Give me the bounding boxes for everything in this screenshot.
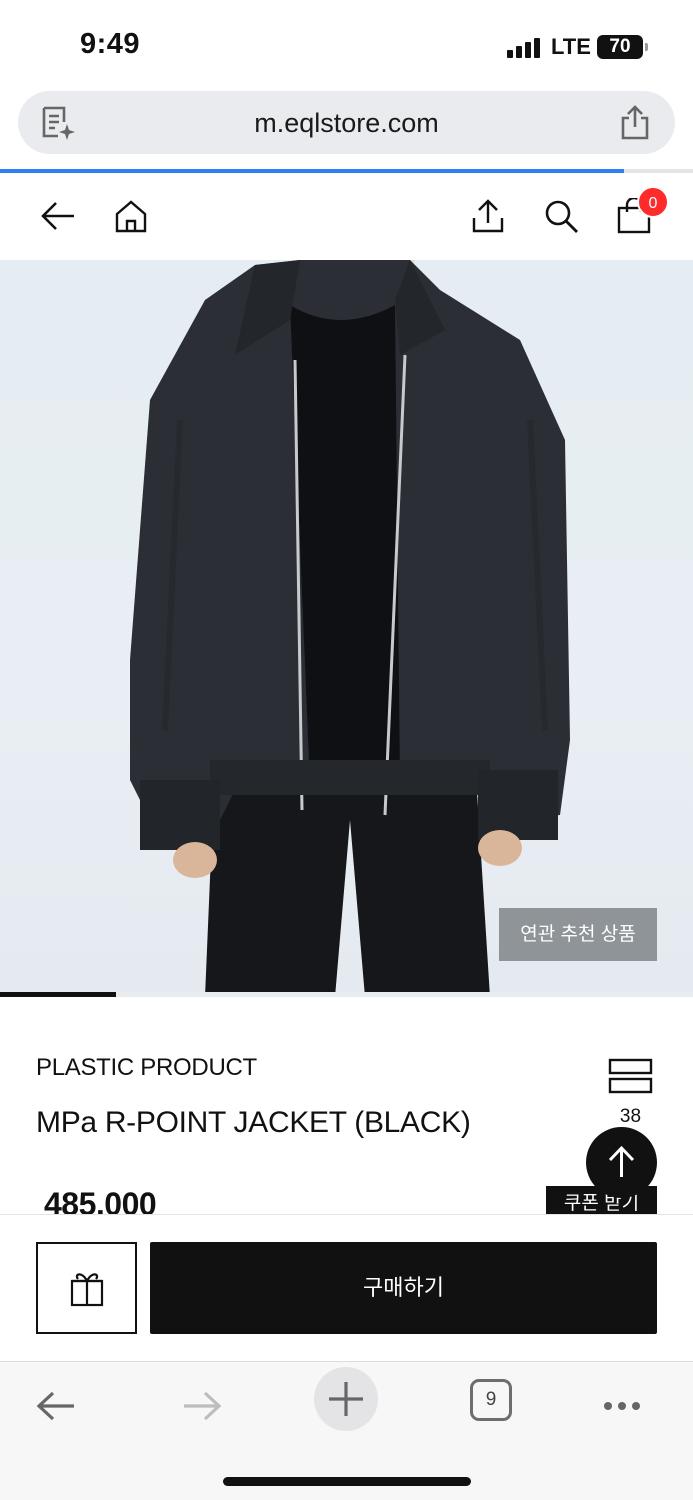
arrow-up-icon xyxy=(608,1145,635,1177)
page-load-progress-fill xyxy=(0,169,624,173)
cellular-signal-icon xyxy=(507,38,540,58)
share-icon[interactable] xyxy=(470,198,506,234)
plus-icon xyxy=(329,1382,363,1416)
browser-back-icon[interactable] xyxy=(34,1384,78,1428)
status-bar: 9:49 LTE 70 xyxy=(0,0,693,88)
product-brand[interactable]: PLASTIC PRODUCT xyxy=(36,1054,257,1082)
battery-icon: 70 xyxy=(597,35,648,59)
wishlist-icon[interactable] xyxy=(608,1058,653,1094)
wishlist-count: 38 xyxy=(619,1106,642,1127)
carrier-label: LTE xyxy=(551,34,591,59)
page-load-progress xyxy=(0,169,693,173)
related-products-button[interactable]: 연관 추천 상품 xyxy=(499,908,657,961)
home-icon[interactable] xyxy=(113,198,149,234)
cart-count-badge: 0 xyxy=(637,186,669,218)
image-slider-progress xyxy=(0,992,693,997)
share-icon[interactable] xyxy=(619,105,651,141)
product-name: MPa R-POINT JACKET (BLACK) xyxy=(36,1106,471,1139)
url-text: m.eqlstore.com xyxy=(254,108,439,138)
status-time: 9:49 xyxy=(80,28,141,60)
site-header xyxy=(0,176,693,260)
product-photo xyxy=(130,260,570,997)
back-arrow-icon[interactable] xyxy=(40,198,76,234)
more-options-icon[interactable] xyxy=(600,1384,644,1428)
search-icon[interactable] xyxy=(543,198,579,234)
gift-button[interactable] xyxy=(36,1242,137,1334)
new-tab-button[interactable] xyxy=(314,1367,378,1431)
product-image[interactable] xyxy=(0,260,693,997)
scroll-top-button[interactable] xyxy=(586,1127,657,1198)
address-bar[interactable]: m.eqlstore.com xyxy=(18,91,675,154)
browser-forward-icon[interactable] xyxy=(180,1384,224,1428)
gift-icon xyxy=(70,1273,104,1307)
image-slider-progress-fill xyxy=(0,992,116,997)
buy-button[interactable]: 구매하기 xyxy=(150,1242,657,1334)
home-indicator xyxy=(223,1477,471,1486)
tabs-button[interactable]: 9 xyxy=(470,1379,512,1421)
